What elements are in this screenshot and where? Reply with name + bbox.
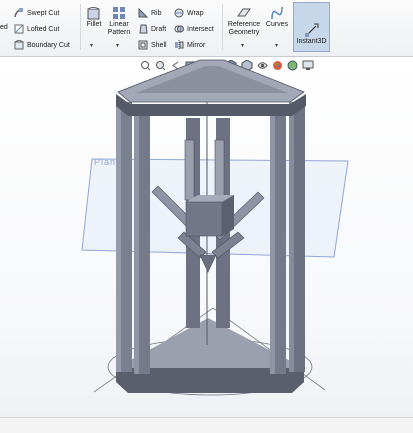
rib-button[interactable]: Rib [138, 8, 162, 18]
tower-highlight [116, 102, 121, 372]
extruded-cut-partial-label[interactable]: ed [0, 24, 8, 31]
effector-block-front [185, 201, 223, 237]
linear-pattern-icon [113, 7, 125, 19]
instant3d-label: Instant3D [296, 38, 327, 45]
lofted-cut-button[interactable]: Lofted Cut [14, 24, 59, 34]
linear-pattern-label-line1: Linear [109, 21, 129, 28]
fillet-button[interactable]: Fillet [84, 6, 104, 29]
reference-geometry-dropdown-icon[interactable]: ▾ [241, 42, 244, 49]
mirror-icon [175, 40, 184, 50]
mirror-button[interactable]: Mirror [174, 40, 205, 50]
graphics-viewport[interactable]: Plane1 [0, 57, 413, 432]
swept-cut-button[interactable]: Swept Cut [14, 8, 59, 18]
shell-icon [138, 40, 148, 50]
fillet-label: Fillet [86, 21, 102, 28]
lofted-cut-icon [14, 24, 24, 34]
ribbon-toolbar: ed Swept Cut Lofted Cut Boundary Cut Fil… [0, 0, 413, 57]
shell-label: Shell [151, 41, 167, 49]
curves-dropdown-icon[interactable]: ▾ [275, 42, 278, 49]
fillet-dropdown-icon[interactable]: ▾ [90, 42, 93, 49]
rib-label: Rib [151, 9, 162, 17]
lofted-cut-label: Lofted Cut [27, 25, 60, 33]
shell-button[interactable]: Shell [138, 40, 167, 50]
tower-highlight [134, 112, 139, 374]
fillet-icon [87, 7, 100, 20]
intersect-icon [174, 25, 184, 33]
hotend-nozzle [199, 254, 217, 273]
boundary-cut-button[interactable]: Boundary Cut [14, 40, 70, 50]
wrap-button[interactable]: Wrap [174, 8, 204, 18]
mirror-label: Mirror [187, 41, 206, 49]
intersect-button[interactable]: Intersect [174, 24, 214, 34]
instant3d-icon [304, 23, 318, 37]
curves-icon [271, 6, 283, 20]
draft-icon [139, 24, 148, 34]
boundary-cut-icon [14, 40, 24, 50]
horizontal-scrollbar[interactable] [0, 417, 413, 433]
linear-pattern-button[interactable]: Linear Pattern [106, 6, 132, 37]
draft-button[interactable]: Draft [138, 24, 166, 34]
curves-label: Curves [265, 21, 289, 28]
boundary-cut-label: Boundary Cut [27, 41, 70, 49]
swept-cut-icon [14, 8, 24, 18]
tower-highlight [270, 112, 275, 374]
swept-cut-label: Swept Cut [27, 9, 60, 17]
rib-icon [138, 8, 148, 18]
wrap-label: Wrap [187, 9, 204, 17]
ribbon-separator [222, 4, 223, 50]
pattern-dropdown-icon[interactable]: ▾ [116, 42, 119, 49]
intersect-label: Intersect [187, 25, 214, 33]
reference-geometry-label-line1: Reference [227, 21, 261, 28]
wrap-icon [174, 8, 184, 18]
reference-geometry-button[interactable]: Reference Geometry [226, 6, 262, 37]
reference-geometry-icon [237, 8, 251, 17]
curves-button[interactable]: Curves [265, 6, 289, 29]
linear-pattern-label-line2: Pattern [107, 29, 131, 36]
model-canvas: Plane1 [81, 59, 349, 396]
draft-label: Draft [151, 25, 167, 33]
instant3d-button[interactable]: Instant3D [293, 2, 330, 52]
tower-highlight [289, 102, 294, 372]
carriage-rail [184, 139, 195, 201]
reference-geometry-label-line2: Geometry [228, 29, 260, 36]
ribbon-separator [80, 4, 81, 50]
carriage-rail [214, 139, 225, 201]
effector-block-side [222, 195, 234, 236]
